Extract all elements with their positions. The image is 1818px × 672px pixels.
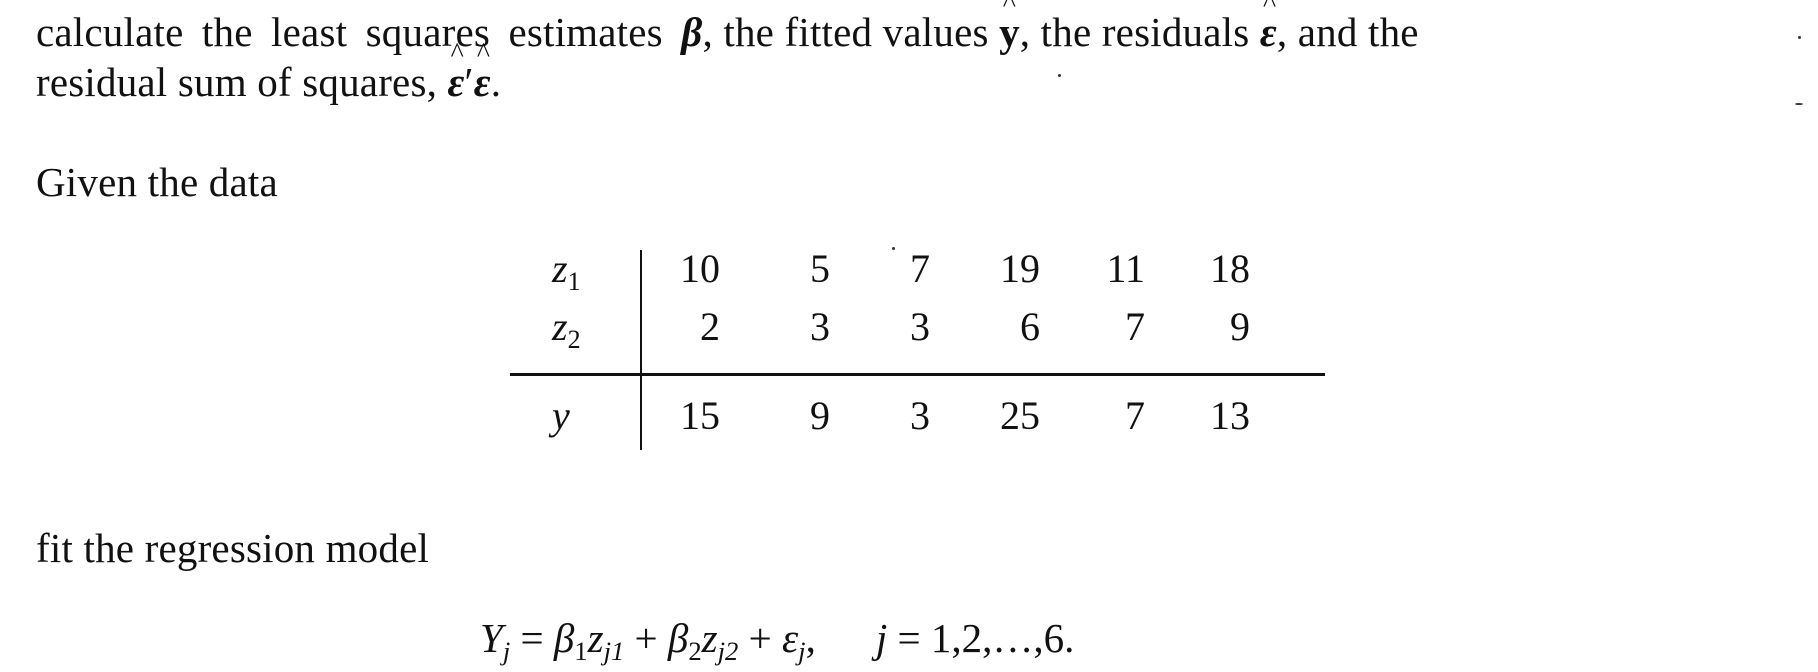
row-label-text: z (552, 246, 568, 291)
table-cell: 9 (1230, 304, 1250, 349)
table-cell: 2 (700, 304, 720, 349)
table-cell: 3 (810, 304, 830, 349)
row-label-text: y (552, 393, 570, 438)
eq-beta2: β (667, 615, 689, 661)
table-cell: 9 (810, 393, 830, 438)
table-cell: 6 (1020, 304, 1040, 349)
fit-model-label: fit the regression model (36, 525, 430, 571)
table-cell: 25 (1000, 393, 1040, 438)
scan-speck (1795, 103, 1803, 105)
table-cell: 18 (1210, 246, 1250, 291)
table-cell: 11 (1106, 246, 1145, 291)
eq-sub: j2 (717, 635, 739, 666)
table-cell: 3 (910, 304, 930, 349)
text-segment: . (490, 59, 502, 105)
y-hat-symbol: y (999, 8, 1020, 56)
regression-equation: Yj = β1zj1 + β2zj2 + εj, j = 1,2,…,6. (480, 614, 1074, 667)
eq-Y: Y (480, 615, 503, 661)
eq-plus: + (624, 615, 668, 661)
table-vertical-rule (640, 250, 642, 450)
eq-range: = 1,2,…,6. (887, 615, 1075, 661)
text-segment: calculate the least squares estimates (36, 9, 682, 55)
text-segment: , the residuals (1019, 9, 1260, 55)
epsilon-hat-symbol: ε (1260, 8, 1277, 56)
row-label-subscript: 2 (567, 324, 581, 354)
table-cell: 5 (810, 246, 830, 291)
row-label: y (552, 392, 570, 439)
table-horizontal-rule (510, 373, 1325, 376)
eq-comma: , (805, 615, 816, 661)
table-cell: 7 (1125, 304, 1145, 349)
eq-z2: z (701, 615, 718, 661)
row-label: z2 (552, 303, 581, 355)
row-label: z1 (552, 245, 581, 297)
epsilon-hat-symbol: ε (474, 58, 491, 106)
scan-speck (892, 247, 895, 250)
given-data-label: Given the data (36, 159, 278, 205)
eq-sub: j (798, 635, 806, 666)
table-cell: 10 (680, 246, 720, 291)
row-label-text: z (552, 304, 568, 349)
text-segment: , and the (1276, 9, 1419, 55)
table-cell: 7 (910, 246, 930, 291)
eq-sub: j1 (603, 635, 625, 666)
epsilon-hat-symbol: ε (448, 58, 465, 106)
scan-speck (1058, 74, 1061, 77)
paragraph-line-2: residual sum of squares, ε′ε. (36, 58, 501, 106)
prime-symbol: ′ (464, 59, 474, 105)
eq-sub: 1 (574, 635, 588, 666)
scan-speck (1798, 36, 1801, 39)
paragraph-line-1: calculate the least squares estimates β,… (36, 8, 1736, 56)
row-label-subscript: 1 (567, 266, 581, 296)
table-cell: 3 (910, 393, 930, 438)
eq-z1: z (587, 615, 604, 661)
data-table: z1 10 5 7 19 11 18 z2 2 3 3 6 7 9 y 15 9 3 25 7 13 (510, 240, 1325, 455)
eq-epsilon: ε (782, 615, 799, 661)
table-cell: 15 (680, 393, 720, 438)
eq-sub: 2 (688, 635, 702, 666)
table-cell: 7 (1125, 393, 1145, 438)
eq-index: j (875, 615, 888, 661)
beta-hat-symbol: β (681, 9, 703, 55)
eq-beta1: β (553, 615, 575, 661)
table-cell: 13 (1210, 393, 1250, 438)
eq-plus: + (738, 615, 782, 661)
text-segment: residual sum of squares, (36, 59, 448, 105)
eq-equals: = (510, 615, 554, 661)
text-segment: , the fitted values (702, 9, 1000, 55)
table-cell: 19 (1000, 246, 1040, 291)
